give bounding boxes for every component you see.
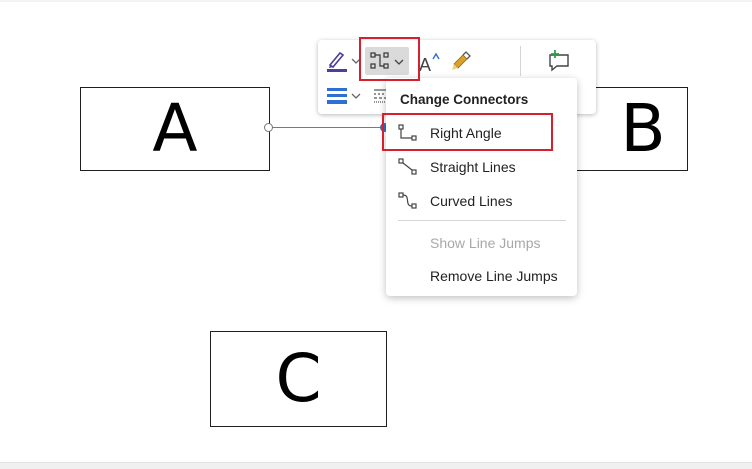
- new-comment-icon: [549, 50, 569, 72]
- font-size-icon: A: [419, 52, 440, 73]
- menu-header: Change Connectors: [400, 92, 529, 107]
- curved-connector-icon: [398, 192, 417, 209]
- menu-item-label: Show Line Jumps: [430, 235, 541, 251]
- svg-text:A: A: [419, 55, 431, 73]
- straight-connector-icon: [398, 158, 417, 175]
- connector-type-button[interactable]: [365, 47, 409, 75]
- format-painter-icon: [452, 51, 471, 70]
- menu-item-label: Remove Line Jumps: [430, 268, 558, 284]
- menu-item-curved-lines[interactable]: Curved Lines: [386, 185, 577, 217]
- drawing-canvas[interactable]: A B C nt: [0, 0, 752, 462]
- chevron-down-icon[interactable]: [351, 92, 361, 100]
- menu-separator: [398, 220, 566, 221]
- menu-item-right-angle[interactable]: Right Angle: [386, 117, 577, 149]
- line-weight-button[interactable]: [324, 84, 350, 108]
- shape-a[interactable]: A: [80, 87, 270, 171]
- right-angle-connector-icon: [398, 124, 417, 141]
- new-comment-button[interactable]: [544, 46, 574, 76]
- chevron-down-icon[interactable]: [351, 57, 361, 65]
- format-painter-button[interactable]: [448, 48, 474, 74]
- menu-item-label: Curved Lines: [430, 193, 513, 209]
- shape-c-text: C: [275, 340, 322, 417]
- connector-type-icon: [370, 52, 389, 69]
- shape-a-text: A: [152, 90, 198, 167]
- line-color-button[interactable]: [324, 47, 350, 75]
- line-weight-icon: [327, 88, 347, 104]
- font-size-button[interactable]: A: [416, 49, 442, 75]
- line-color-icon: [327, 51, 347, 72]
- menu-item-label: Straight Lines: [430, 159, 516, 175]
- toolbar-divider: [520, 46, 521, 76]
- connector-start-handle[interactable]: [264, 123, 273, 132]
- menu-item-remove-line-jumps[interactable]: Remove Line Jumps: [386, 260, 577, 292]
- menu-item-show-line-jumps: Show Line Jumps: [386, 227, 577, 259]
- menu-item-straight-lines[interactable]: Straight Lines: [386, 151, 577, 183]
- connector-line[interactable]: [270, 127, 386, 128]
- change-connectors-menu: Change Connectors Right Angle Straight L…: [386, 78, 577, 296]
- shape-b-text: B: [620, 90, 666, 167]
- menu-item-label: Right Angle: [430, 125, 502, 141]
- shape-c[interactable]: C: [210, 331, 387, 427]
- dash-style-icon: [374, 89, 386, 103]
- chevron-down-icon: [394, 59, 404, 65]
